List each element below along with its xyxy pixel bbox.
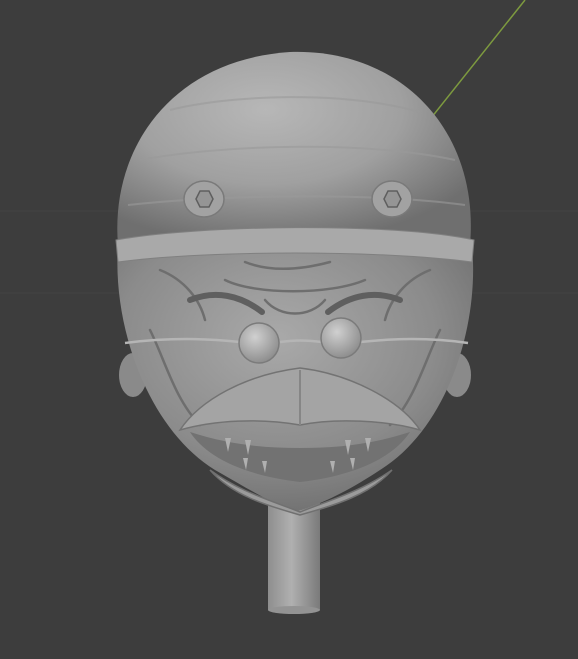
helmet-dome[interactable] (117, 51, 471, 246)
right-bolt[interactable] (371, 180, 413, 218)
left-lens[interactable] (238, 322, 280, 364)
viewport-canvas[interactable] (0, 0, 578, 659)
right-lens[interactable] (320, 317, 362, 359)
3d-viewport[interactable] (0, 0, 578, 659)
neck-cylinder[interactable] (268, 500, 320, 614)
left-bolt[interactable] (183, 180, 225, 218)
